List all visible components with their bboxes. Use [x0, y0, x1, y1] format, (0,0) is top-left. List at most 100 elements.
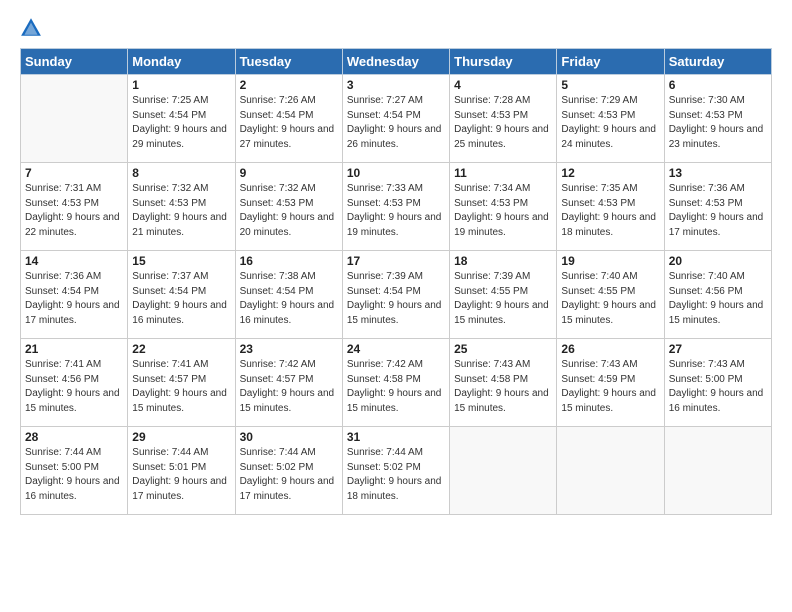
day-info: Sunrise: 7:27 AM Sunset: 4:54 PM Dayligh…	[347, 94, 445, 152]
day-info: Sunrise: 7:37 AM Sunset: 4:54 PM Dayligh…	[132, 270, 230, 328]
day-number: 22	[132, 342, 230, 356]
day-number: 1	[132, 78, 230, 92]
day-info: Sunrise: 7:43 AM Sunset: 4:58 PM Dayligh…	[454, 358, 552, 416]
day-number: 20	[669, 254, 767, 268]
day-number: 23	[240, 342, 338, 356]
day-info: Sunrise: 7:40 AM Sunset: 4:56 PM Dayligh…	[669, 270, 767, 328]
day-number: 14	[25, 254, 123, 268]
day-cell: 5Sunrise: 7:29 AM Sunset: 4:53 PM Daylig…	[557, 75, 664, 163]
day-number: 21	[25, 342, 123, 356]
day-cell: 9 Sunrise: 7:32 AM Sunset: 4:53 PM Daylig…	[235, 163, 342, 251]
day-number: 10	[347, 166, 445, 180]
header	[20, 16, 772, 38]
calendar-header-row: SundayMondayTuesdayWednesdayThursdayFrid…	[21, 49, 772, 75]
day-info: Sunrise: 7:42 AM Sunset: 4:57 PM Dayligh…	[240, 358, 338, 416]
day-info: Sunrise: 7:36 AM Sunset: 4:53 PM Dayligh…	[669, 182, 767, 240]
day-info: Sunrise: 7:31 AM Sunset: 4:53 PM Dayligh…	[25, 182, 123, 240]
col-header-monday: Monday	[128, 49, 235, 75]
day-cell: 3 Sunrise: 7:27 AM Sunset: 4:54 PM Daylig…	[342, 75, 449, 163]
day-cell: 24 Sunrise: 7:42 AM Sunset: 4:58 PM Dayli…	[342, 339, 449, 427]
day-number: 16	[240, 254, 338, 268]
day-number: 6	[669, 78, 767, 92]
day-cell: 18 Sunrise: 7:39 AM Sunset: 4:55 PM Dayli…	[450, 251, 557, 339]
week-row-3: 14 Sunrise: 7:36 AM Sunset: 4:54 PM Dayli…	[21, 251, 772, 339]
day-cell: 19 Sunrise: 7:40 AM Sunset: 4:55 PM Dayli…	[557, 251, 664, 339]
day-cell: 17 Sunrise: 7:39 AM Sunset: 4:54 PM Dayli…	[342, 251, 449, 339]
day-cell: 21Sunrise: 7:41 AM Sunset: 4:56 PM Dayli…	[21, 339, 128, 427]
day-number: 3	[347, 78, 445, 92]
day-cell: 23 Sunrise: 7:42 AM Sunset: 4:57 PM Dayli…	[235, 339, 342, 427]
day-info: Sunrise: 7:28 AM Sunset: 4:53 PM Dayligh…	[454, 94, 552, 152]
day-cell: 8Sunrise: 7:32 AM Sunset: 4:53 PM Daylig…	[128, 163, 235, 251]
day-info: Sunrise: 7:44 AM Sunset: 5:02 PM Dayligh…	[347, 446, 445, 504]
day-cell: 12 Sunrise: 7:35 AM Sunset: 4:53 PM Dayli…	[557, 163, 664, 251]
col-header-sunday: Sunday	[21, 49, 128, 75]
day-cell: 27 Sunrise: 7:43 AM Sunset: 5:00 PM Dayli…	[664, 339, 771, 427]
day-cell: 2 Sunrise: 7:26 AM Sunset: 4:54 PM Daylig…	[235, 75, 342, 163]
day-number: 24	[347, 342, 445, 356]
day-cell	[450, 427, 557, 515]
day-info: Sunrise: 7:44 AM Sunset: 5:01 PM Dayligh…	[132, 446, 230, 504]
day-info: Sunrise: 7:39 AM Sunset: 4:55 PM Dayligh…	[454, 270, 552, 328]
day-cell: 4 Sunrise: 7:28 AM Sunset: 4:53 PM Daylig…	[450, 75, 557, 163]
day-cell: 25 Sunrise: 7:43 AM Sunset: 4:58 PM Dayli…	[450, 339, 557, 427]
calendar: SundayMondayTuesdayWednesdayThursdayFrid…	[20, 48, 772, 515]
day-info: Sunrise: 7:36 AM Sunset: 4:54 PM Dayligh…	[25, 270, 123, 328]
day-info: Sunrise: 7:42 AM Sunset: 4:58 PM Dayligh…	[347, 358, 445, 416]
day-number: 27	[669, 342, 767, 356]
logo-icon	[20, 16, 42, 38]
col-header-tuesday: Tuesday	[235, 49, 342, 75]
day-info: Sunrise: 7:43 AM Sunset: 5:00 PM Dayligh…	[669, 358, 767, 416]
day-cell: 16 Sunrise: 7:38 AM Sunset: 4:54 PM Dayli…	[235, 251, 342, 339]
day-info: Sunrise: 7:29 AM Sunset: 4:53 PM Dayligh…	[561, 94, 659, 152]
day-number: 2	[240, 78, 338, 92]
day-cell: 31 Sunrise: 7:44 AM Sunset: 5:02 PM Dayli…	[342, 427, 449, 515]
day-info: Sunrise: 7:39 AM Sunset: 4:54 PM Dayligh…	[347, 270, 445, 328]
day-info: Sunrise: 7:30 AM Sunset: 4:53 PM Dayligh…	[669, 94, 767, 152]
col-header-friday: Friday	[557, 49, 664, 75]
day-info: Sunrise: 7:40 AM Sunset: 4:55 PM Dayligh…	[561, 270, 659, 328]
day-cell: 22Sunrise: 7:41 AM Sunset: 4:57 PM Dayli…	[128, 339, 235, 427]
day-cell: 6 Sunrise: 7:30 AM Sunset: 4:53 PM Daylig…	[664, 75, 771, 163]
day-cell: 26Sunrise: 7:43 AM Sunset: 4:59 PM Dayli…	[557, 339, 664, 427]
day-cell: 20 Sunrise: 7:40 AM Sunset: 4:56 PM Dayli…	[664, 251, 771, 339]
day-number: 25	[454, 342, 552, 356]
day-cell: 15 Sunrise: 7:37 AM Sunset: 4:54 PM Dayli…	[128, 251, 235, 339]
day-number: 4	[454, 78, 552, 92]
day-info: Sunrise: 7:25 AM Sunset: 4:54 PM Dayligh…	[132, 94, 230, 152]
day-number: 30	[240, 430, 338, 444]
week-row-1: 1 Sunrise: 7:25 AM Sunset: 4:54 PM Daylig…	[21, 75, 772, 163]
day-number: 7	[25, 166, 123, 180]
day-number: 29	[132, 430, 230, 444]
col-header-saturday: Saturday	[664, 49, 771, 75]
day-info: Sunrise: 7:38 AM Sunset: 4:54 PM Dayligh…	[240, 270, 338, 328]
logo	[20, 16, 46, 38]
day-info: Sunrise: 7:26 AM Sunset: 4:54 PM Dayligh…	[240, 94, 338, 152]
day-info: Sunrise: 7:44 AM Sunset: 5:00 PM Dayligh…	[25, 446, 123, 504]
day-cell	[21, 75, 128, 163]
day-number: 17	[347, 254, 445, 268]
day-info: Sunrise: 7:34 AM Sunset: 4:53 PM Dayligh…	[454, 182, 552, 240]
day-number: 19	[561, 254, 659, 268]
day-info: Sunrise: 7:32 AM Sunset: 4:53 PM Dayligh…	[240, 182, 338, 240]
day-number: 28	[25, 430, 123, 444]
day-cell: 30Sunrise: 7:44 AM Sunset: 5:02 PM Dayli…	[235, 427, 342, 515]
day-number: 12	[561, 166, 659, 180]
day-info: Sunrise: 7:35 AM Sunset: 4:53 PM Dayligh…	[561, 182, 659, 240]
week-row-5: 28 Sunrise: 7:44 AM Sunset: 5:00 PM Dayli…	[21, 427, 772, 515]
day-cell	[557, 427, 664, 515]
day-cell	[664, 427, 771, 515]
day-cell: 28 Sunrise: 7:44 AM Sunset: 5:00 PM Dayli…	[21, 427, 128, 515]
day-cell: 1 Sunrise: 7:25 AM Sunset: 4:54 PM Daylig…	[128, 75, 235, 163]
day-cell: 7 Sunrise: 7:31 AM Sunset: 4:53 PM Daylig…	[21, 163, 128, 251]
day-info: Sunrise: 7:43 AM Sunset: 4:59 PM Dayligh…	[561, 358, 659, 416]
day-number: 15	[132, 254, 230, 268]
day-number: 18	[454, 254, 552, 268]
week-row-4: 21Sunrise: 7:41 AM Sunset: 4:56 PM Dayli…	[21, 339, 772, 427]
day-number: 13	[669, 166, 767, 180]
day-number: 9	[240, 166, 338, 180]
day-number: 31	[347, 430, 445, 444]
day-cell: 11Sunrise: 7:34 AM Sunset: 4:53 PM Dayli…	[450, 163, 557, 251]
day-cell: 29 Sunrise: 7:44 AM Sunset: 5:01 PM Dayli…	[128, 427, 235, 515]
day-cell: 14 Sunrise: 7:36 AM Sunset: 4:54 PM Dayli…	[21, 251, 128, 339]
